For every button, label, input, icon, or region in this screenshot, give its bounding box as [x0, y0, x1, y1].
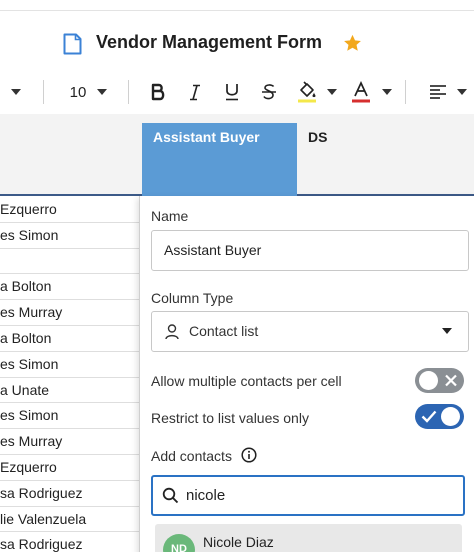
column-header-ds[interactable]: DS	[308, 129, 327, 145]
contact-search-input[interactable]: nicole	[151, 475, 465, 516]
table-row[interactable]: es Murray	[0, 429, 140, 455]
table-row[interactable]	[0, 249, 140, 275]
toolbar-divider	[128, 80, 129, 104]
text-color-icon[interactable]	[350, 74, 372, 110]
toggle-knob	[419, 371, 438, 390]
italic-icon[interactable]	[184, 74, 206, 110]
title-bar: Vendor Management Form	[0, 28, 474, 60]
contact-suggestion[interactable]: ND Nicole Diaz	[155, 524, 462, 552]
document-title: Vendor Management Form	[96, 32, 323, 52]
text-color-dropdown-icon[interactable]	[381, 74, 393, 110]
table-row[interactable]: Ezquerro	[0, 455, 140, 481]
font-size-dropdown-icon[interactable]	[96, 74, 108, 110]
table-row[interactable]: es Simon	[0, 352, 140, 378]
grid-rows: Ezquerro es Simon a Bolton es Murray a B…	[0, 197, 140, 552]
sheet-document-icon	[63, 33, 82, 55]
bold-icon[interactable]	[147, 74, 169, 110]
toolbar-divider	[43, 80, 44, 104]
column-type-value: Contact list	[189, 323, 259, 339]
table-row[interactable]: es Simon	[0, 403, 140, 430]
table-row[interactable]: es Murray	[0, 300, 140, 326]
column-type-label: Column Type	[151, 290, 234, 306]
check-icon	[420, 408, 438, 430]
search-icon	[162, 487, 179, 504]
table-row[interactable]: es Simon	[0, 223, 140, 249]
avatar: ND	[163, 534, 195, 552]
font-size-value[interactable]: 10	[68, 74, 88, 110]
strikethrough-icon[interactable]	[258, 74, 280, 110]
contact-search-value: nicole	[186, 487, 226, 504]
table-row[interactable]: a Bolton	[0, 274, 140, 301]
column-name-value: Assistant Buyer	[164, 242, 262, 258]
allow-multiple-toggle[interactable]	[415, 368, 464, 393]
name-label: Name	[151, 208, 189, 224]
table-row[interactable]: sa Rodriguez	[0, 481, 140, 507]
column-name-input[interactable]: Assistant Buyer	[151, 230, 469, 271]
fill-color-icon[interactable]	[296, 74, 318, 110]
close-x-icon	[443, 372, 459, 394]
column-type-select[interactable]: Contact list	[151, 311, 469, 352]
chevron-down-icon[interactable]	[8, 74, 24, 110]
toolbar-divider	[405, 80, 406, 104]
allow-multiple-label: Allow multiple contacts per cell	[151, 373, 342, 389]
column-header-row: Assistant Buyer DS	[0, 114, 474, 196]
restrict-values-label: Restrict to list values only	[151, 410, 309, 426]
fill-color-dropdown-icon[interactable]	[326, 74, 338, 110]
favorite-star-icon[interactable]	[342, 33, 363, 54]
contact-suggestion-name: Nicole Diaz	[203, 534, 274, 550]
top-divider	[0, 10, 474, 11]
align-dropdown-icon[interactable]	[456, 74, 468, 110]
info-icon[interactable]	[241, 447, 257, 463]
table-row[interactable]: lie Valenzuela	[0, 507, 140, 533]
table-row[interactable]: Ezquerro	[0, 197, 140, 223]
person-icon	[165, 324, 179, 340]
restrict-values-toggle[interactable]	[415, 404, 464, 429]
chevron-down-icon	[442, 328, 452, 334]
column-properties-panel: Name Assistant Buyer Column Type Contact…	[139, 196, 474, 552]
table-row[interactable]: sa Rodriguez	[0, 532, 140, 552]
toggle-knob	[441, 407, 460, 426]
formatting-toolbar: 10	[0, 74, 474, 110]
add-contacts-label: Add contacts	[151, 448, 232, 464]
table-row[interactable]: a Unate	[0, 378, 140, 404]
align-left-icon[interactable]	[428, 74, 448, 110]
column-header-assistant-buyer[interactable]: Assistant Buyer	[142, 123, 297, 196]
table-row[interactable]: a Bolton	[0, 326, 140, 352]
underline-icon[interactable]	[221, 74, 243, 110]
